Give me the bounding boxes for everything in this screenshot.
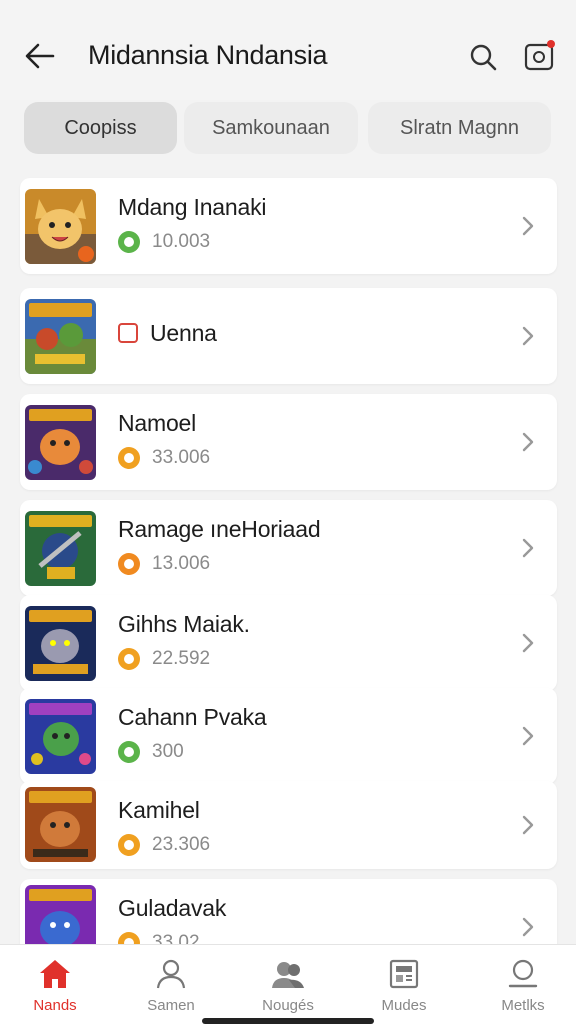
filter-tabs: Coopiss Samkounaan Slratn Magnn <box>0 100 576 156</box>
chevron-right-icon <box>522 917 534 937</box>
game-thumbnail <box>25 405 96 480</box>
item-meta: 22.592 <box>118 647 210 671</box>
search-button[interactable] <box>466 40 500 74</box>
game-thumbnail <box>25 299 96 374</box>
item-value: 23.306 <box>152 834 211 855</box>
item-value: 22.592 <box>152 648 211 669</box>
profile-icon <box>506 957 540 991</box>
coin-icon <box>118 447 140 469</box>
coin-icon <box>118 553 140 575</box>
nav-label: Nands <box>33 997 77 1014</box>
nav-item-samen[interactable]: Samen <box>121 957 221 1017</box>
nav-item-nouges[interactable]: Nougés <box>238 957 338 1017</box>
item-title: Ramage ıneHoriaad <box>118 516 321 542</box>
item-title: Kamihel <box>118 797 200 823</box>
home-indicator <box>202 1018 374 1024</box>
back-button[interactable] <box>22 38 58 74</box>
chevron-right-icon <box>522 432 534 452</box>
search-icon <box>470 44 497 71</box>
home-icon <box>38 957 72 991</box>
chevron-right-icon <box>522 326 534 346</box>
item-meta: 23.306 <box>118 833 210 857</box>
item-title: Guladavak <box>118 895 227 921</box>
list-item[interactable]: Uenna <box>20 288 557 384</box>
bottom-navigation: Nands Samen Nougés Mudes Metlks <box>0 944 576 1024</box>
nav-label: Mudes <box>381 997 427 1014</box>
game-thumbnail <box>25 787 96 862</box>
item-meta: Uenna <box>118 319 217 346</box>
tab-coopiss[interactable]: Coopiss <box>24 102 177 154</box>
item-meta: 33.006 <box>118 446 210 470</box>
item-title: Mdang Inanaki <box>118 194 267 220</box>
coin-icon <box>118 834 140 856</box>
nav-label: Samen <box>147 997 195 1014</box>
list-item[interactable]: Ramage ıneHoriaad 13.006 <box>20 500 557 596</box>
nav-item-metlks[interactable]: Metlks <box>473 957 573 1017</box>
item-title: Cahann Pvaka <box>118 704 267 730</box>
chevron-right-icon <box>522 216 534 236</box>
user-icon <box>154 957 188 991</box>
page-title: Midannsia Nndansia <box>88 40 328 70</box>
item-value: 13.006 <box>152 553 211 574</box>
tab-samkounaan[interactable]: Samkounaan <box>184 102 358 154</box>
nav-label: Metlks <box>501 997 545 1014</box>
game-thumbnail <box>25 606 96 681</box>
item-title: Namoel <box>118 410 197 436</box>
game-thumbnail <box>25 699 96 774</box>
item-meta: 13.006 <box>118 552 210 576</box>
nav-item-nands[interactable]: Nands <box>5 957 105 1017</box>
nav-label: Nougés <box>262 997 314 1014</box>
notification-button[interactable] <box>520 38 558 76</box>
chevron-right-icon <box>522 633 534 653</box>
notification-badge <box>547 40 555 48</box>
chevron-right-icon <box>522 726 534 746</box>
app-header: Midannsia Nndansia <box>0 0 576 100</box>
list-item[interactable]: Mdang Inanaki 10.003 <box>20 178 557 274</box>
chevron-right-icon <box>522 815 534 835</box>
item-meta: 10.003 <box>118 230 210 254</box>
game-thumbnail <box>25 189 96 264</box>
coin-icon <box>118 741 140 763</box>
game-thumbnail <box>25 511 96 586</box>
list-item[interactable]: Kamihel 23.306 <box>20 781 557 869</box>
chevron-right-icon <box>522 538 534 558</box>
list-item[interactable]: Cahann Pvaka 300 <box>20 688 557 784</box>
item-value: 300 <box>152 741 184 762</box>
arrow-left-icon <box>25 43 55 69</box>
item-value: 33.006 <box>152 447 211 468</box>
tab-slratn-magnn[interactable]: Slratn Magnn <box>368 102 551 154</box>
list-item[interactable]: Gihhs Maiak. 22.592 <box>20 595 557 691</box>
news-icon <box>387 957 421 991</box>
item-meta: 300 <box>118 740 184 764</box>
list-item[interactable]: Namoel 33.006 <box>20 394 557 490</box>
coin-icon <box>118 648 140 670</box>
status-icon <box>118 323 138 343</box>
item-value: 10.003 <box>152 231 211 252</box>
item-title: Gihhs Maiak. <box>118 611 250 637</box>
item-title: Uenna <box>150 319 217 346</box>
coin-icon <box>118 231 140 253</box>
users-icon <box>271 957 305 991</box>
nav-item-mudes[interactable]: Mudes <box>354 957 454 1017</box>
